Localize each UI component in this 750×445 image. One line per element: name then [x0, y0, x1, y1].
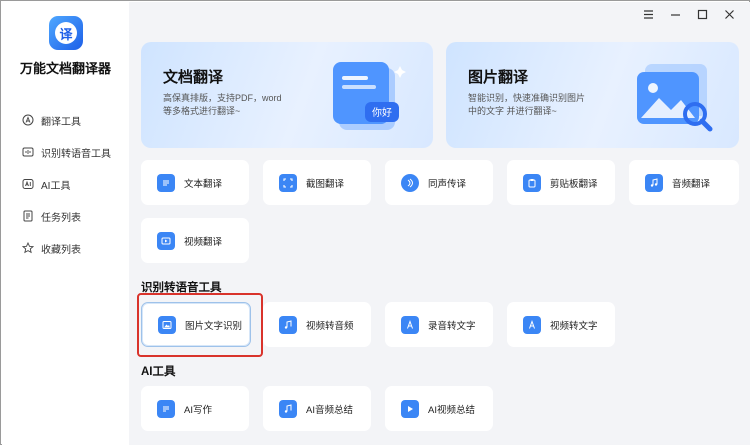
ai-audio-summary-icon — [279, 399, 297, 418]
tool-video-translate[interactable]: 视频翻译 — [141, 218, 249, 263]
ai-writing-icon — [157, 399, 175, 418]
sidebar-item-label: 收藏列表 — [41, 244, 81, 256]
video-to-audio-icon — [279, 315, 297, 334]
tool-label: 剪贴板翻译 — [550, 178, 598, 190]
sidebar-item-task-list[interactable]: 任务列表 — [22, 200, 111, 232]
banner-title: 图片翻译 — [468, 69, 529, 86]
tool-label: 截图翻译 — [306, 178, 345, 190]
document-translate-banner[interactable]: 文档翻译 高保真排版，支持PDF，word 等多格式进行翻译~ 你好 — [141, 42, 433, 148]
text-translate-icon — [157, 173, 175, 192]
image-illustration-icon — [637, 64, 713, 132]
video-to-text-icon — [523, 315, 541, 334]
tool-label: 音频翻译 — [672, 178, 711, 190]
sidebar-item-favorites[interactable]: 收藏列表 — [22, 232, 111, 264]
tool-label: 视频翻译 — [184, 236, 223, 248]
banner-art-text: 你好 — [372, 106, 392, 119]
tool-video-to-text[interactable]: 视频转文字 — [507, 302, 615, 347]
tool-video-to-audio[interactable]: 视频转音频 — [263, 302, 371, 347]
clipboard-icon — [523, 173, 541, 192]
translate-icon — [22, 114, 34, 126]
tool-recording-to-text[interactable]: 录音转文字 — [385, 302, 493, 347]
section-title-recognition: 识别转语音工具 — [141, 282, 222, 294]
sidebar-item-ai-tools[interactable]: AI工具 — [22, 168, 111, 200]
app-window: 译 万能文档翻译器 翻译工具 识别转语音工具 AI工具 任务列表 收藏列表 文档… — [0, 0, 750, 445]
tool-ai-audio-summary[interactable]: AI音频总结 — [263, 386, 371, 431]
tool-audio-translate[interactable]: 音频翻译 — [629, 160, 739, 205]
banner-title: 文档翻译 — [163, 69, 224, 86]
tool-screenshot-translate[interactable]: 截图翻译 — [263, 160, 371, 205]
window-controls — [642, 8, 736, 21]
sidebar: 译 万能文档翻译器 翻译工具 识别转语音工具 AI工具 任务列表 收藏列表 — [2, 2, 129, 445]
banner-description: 智能识别，快速准确识别图片 中的文字 并进行翻译~ — [468, 93, 586, 116]
tool-ai-writing[interactable]: AI写作 — [141, 386, 249, 431]
speech-icon — [22, 147, 34, 157]
audio-translate-icon — [645, 173, 663, 192]
section-title-ai: AI工具 — [141, 366, 176, 378]
logo-icon: 译 — [55, 22, 77, 44]
tool-label: 同声传译 — [428, 178, 467, 190]
interpretation-icon — [401, 173, 419, 192]
tool-label: 视频转音频 — [306, 320, 354, 332]
maximize-icon[interactable] — [696, 8, 709, 21]
tool-label: 图片文字识别 — [185, 320, 243, 332]
sidebar-item-translate-tools[interactable]: 翻译工具 — [22, 104, 111, 136]
screenshot-translate-icon — [279, 173, 297, 192]
recording-to-text-icon — [401, 315, 419, 334]
tool-label: 视频转文字 — [550, 320, 598, 332]
image-recognition-icon — [158, 315, 176, 334]
tool-label: 文本翻译 — [184, 178, 223, 190]
ai-video-summary-icon — [401, 399, 419, 418]
document-illustration-icon: 你好 — [333, 62, 406, 130]
main-content: 文档翻译 高保真排版，支持PDF，word 等多格式进行翻译~ 你好 图片翻译 … — [129, 2, 750, 445]
app-logo: 译 — [49, 16, 83, 50]
tool-simultaneous-interpretation[interactable]: 同声传译 — [385, 160, 493, 205]
tool-image-text-recognition[interactable]: 图片文字识别 — [141, 302, 251, 347]
star-icon — [22, 242, 34, 254]
tool-label: AI视频总结 — [428, 404, 475, 416]
sidebar-item-label: 翻译工具 — [41, 116, 81, 128]
tool-label: AI音频总结 — [306, 404, 353, 416]
banner-description: 高保真排版，支持PDF，word 等多格式进行翻译~ — [163, 93, 282, 116]
minimize-icon[interactable] — [669, 8, 682, 21]
sidebar-item-label: AI工具 — [41, 180, 71, 192]
image-translate-banner[interactable]: 图片翻译 智能识别，快速准确识别图片 中的文字 并进行翻译~ — [446, 42, 739, 148]
tool-label: AI写作 — [184, 404, 212, 416]
tool-clipboard-translate[interactable]: 剪贴板翻译 — [507, 160, 615, 205]
sidebar-item-speech-tools[interactable]: 识别转语音工具 — [22, 136, 111, 168]
tool-ai-video-summary[interactable]: AI视频总结 — [385, 386, 493, 431]
app-title: 万能文档翻译器 — [19, 61, 111, 76]
task-list-icon — [23, 210, 33, 222]
ai-icon — [22, 179, 34, 189]
tool-text-translate[interactable]: 文本翻译 — [141, 160, 249, 205]
tool-label: 录音转文字 — [428, 320, 476, 332]
sidebar-nav: 翻译工具 识别转语音工具 AI工具 任务列表 收藏列表 — [22, 104, 111, 264]
sidebar-item-label: 识别转语音工具 — [41, 148, 111, 160]
close-icon[interactable] — [723, 8, 736, 21]
video-translate-icon — [157, 231, 175, 250]
sidebar-item-label: 任务列表 — [41, 212, 81, 224]
menu-icon[interactable] — [642, 8, 655, 21]
